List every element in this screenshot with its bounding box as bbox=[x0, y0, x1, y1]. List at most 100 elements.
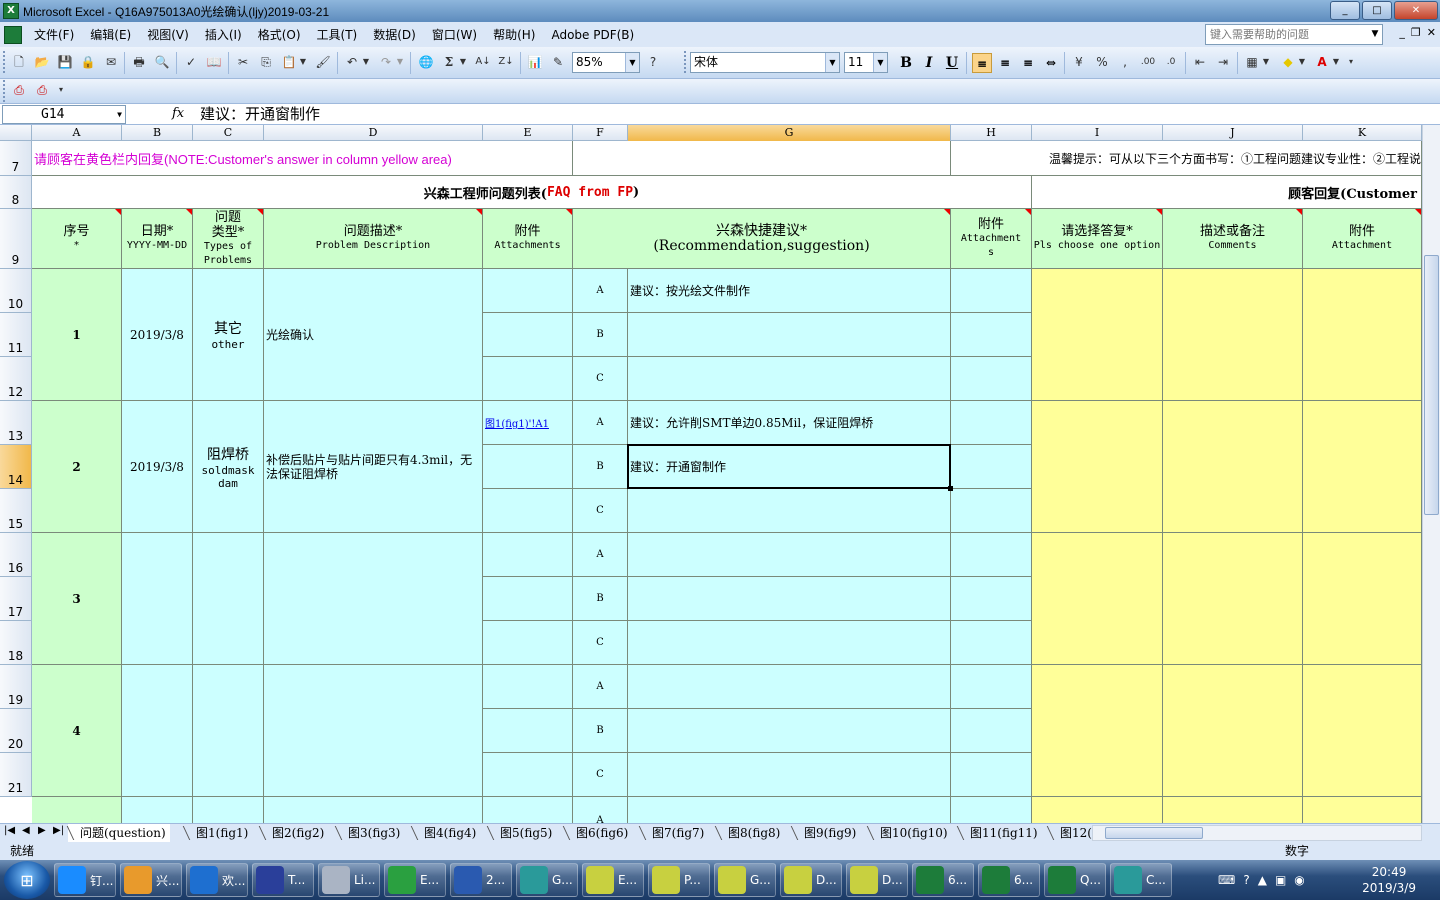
workbook-icon[interactable] bbox=[4, 25, 22, 44]
comments-cell[interactable] bbox=[1163, 533, 1303, 665]
align-right-icon[interactable]: ≡ bbox=[1018, 53, 1038, 73]
attachment-2-cell[interactable] bbox=[951, 489, 1032, 533]
question-type[interactable] bbox=[193, 665, 264, 797]
question-description[interactable]: 光绘确认 bbox=[264, 269, 483, 401]
paste-dropdown-icon[interactable]: ▼ bbox=[298, 53, 308, 71]
menu-format[interactable]: 格式(O) bbox=[250, 24, 309, 46]
taskbar-button[interactable]: Q... bbox=[1044, 863, 1106, 897]
merge-center-icon[interactable]: ⇔ bbox=[1041, 53, 1061, 73]
attachment-cell[interactable]: 图1(fig1)'!A1 bbox=[483, 401, 573, 445]
taskbar-button[interactable]: 6... bbox=[978, 863, 1040, 897]
attachment-cell[interactable] bbox=[483, 753, 573, 797]
row-header-12[interactable]: 12 bbox=[0, 357, 32, 401]
attachment-2-cell-partial[interactable] bbox=[951, 797, 1032, 823]
taskbar-button[interactable]: 欢... bbox=[186, 863, 248, 897]
percent-icon[interactable]: % bbox=[1093, 53, 1111, 71]
header-recommendation[interactable]: 兴森快捷建议* (Recommendation,suggestion) bbox=[573, 209, 951, 269]
help-icon[interactable]: ? bbox=[644, 53, 662, 71]
attachment-2-cell[interactable] bbox=[951, 313, 1032, 357]
column-header-i[interactable]: I bbox=[1032, 125, 1163, 141]
underline-button[interactable]: U bbox=[942, 53, 962, 73]
answer-choice-cell[interactable] bbox=[1032, 401, 1163, 533]
toolbar-grip[interactable] bbox=[3, 51, 7, 73]
column-header-h[interactable]: H bbox=[951, 125, 1032, 141]
excel-app-icon[interactable]: X bbox=[3, 3, 19, 19]
question-date[interactable] bbox=[122, 665, 193, 797]
borders-icon[interactable]: ▦ bbox=[1243, 53, 1261, 71]
clock[interactable]: 20:49 2019/3/9 bbox=[1362, 864, 1416, 896]
fill-color-icon[interactable]: ◆ bbox=[1279, 53, 1297, 71]
attachment-cell[interactable] bbox=[483, 445, 573, 489]
taskbar-button[interactable]: G... bbox=[516, 863, 578, 897]
font-name-select[interactable]: 宋体 ▼ bbox=[690, 52, 840, 73]
chart-wizard-icon[interactable]: 📊 bbox=[526, 53, 544, 71]
print-icon[interactable]: 🖶 bbox=[130, 53, 148, 71]
header-choose-option[interactable]: 请选择答复* Pls choose one option bbox=[1032, 209, 1163, 269]
network-icon[interactable]: ▣ bbox=[1275, 873, 1286, 887]
currency-icon[interactable]: ¥ bbox=[1070, 53, 1088, 71]
fill-handle[interactable] bbox=[948, 486, 953, 491]
font-size-dropdown-icon[interactable]: ▼ bbox=[873, 53, 887, 72]
column-header-f[interactable]: F bbox=[573, 125, 628, 141]
open-icon[interactable]: 📂 bbox=[33, 53, 51, 71]
row-header-7[interactable]: 7 bbox=[0, 141, 32, 176]
column-header-b[interactable]: B bbox=[122, 125, 193, 141]
question-date[interactable] bbox=[122, 533, 193, 665]
row-header-16[interactable]: 16 bbox=[0, 533, 32, 577]
question-seq-partial[interactable] bbox=[32, 797, 122, 823]
font-size-select[interactable]: 11 ▼ bbox=[844, 52, 888, 73]
header-comments[interactable]: 描述或备注 Comments bbox=[1163, 209, 1303, 269]
question-date-partial[interactable] bbox=[122, 797, 193, 823]
recommendation-cell[interactable] bbox=[628, 621, 951, 665]
option-label-partial[interactable]: A bbox=[573, 797, 628, 823]
recommendation-cell-partial[interactable] bbox=[628, 797, 951, 823]
header-attachment-3[interactable]: 附件 Attachment bbox=[1303, 209, 1422, 269]
answer-choice-cell[interactable] bbox=[1032, 665, 1163, 797]
zoom-select[interactable]: 85% ▼ bbox=[572, 52, 640, 73]
comments-cell[interactable] bbox=[1163, 401, 1303, 533]
taskbar-button[interactable]: E... bbox=[384, 863, 446, 897]
horizontal-scrollbar[interactable] bbox=[1092, 825, 1422, 841]
autosum-dropdown-icon[interactable]: ▼ bbox=[458, 53, 468, 71]
permission-icon[interactable]: 🔒 bbox=[79, 53, 97, 71]
fill-color-dropdown-icon[interactable]: ▼ bbox=[1297, 53, 1307, 71]
header-choose-option-comment-marker[interactable] bbox=[1156, 209, 1162, 215]
sort-ascending-icon[interactable]: A↓ bbox=[474, 53, 492, 71]
note-blank-cell[interactable] bbox=[573, 141, 951, 176]
align-center-icon[interactable]: ≡ bbox=[995, 53, 1015, 73]
question-date[interactable]: 2019/3/8 bbox=[122, 269, 193, 401]
customer-attachment-cell[interactable] bbox=[1303, 665, 1422, 797]
new-icon[interactable]: 🗋 bbox=[10, 53, 28, 71]
menu-adobe-pdf[interactable]: Adobe PDF(B) bbox=[543, 24, 642, 46]
zoom-dropdown-icon[interactable]: ▼ bbox=[625, 53, 639, 72]
row-header-17[interactable]: 17 bbox=[0, 577, 32, 621]
customer-attachment-cell[interactable] bbox=[1303, 269, 1422, 401]
name-box[interactable]: G14 ▼ bbox=[2, 105, 126, 124]
decrease-decimal-icon[interactable]: .0 bbox=[1162, 53, 1180, 71]
attachment-cell[interactable] bbox=[483, 621, 573, 665]
font-color-dropdown-icon[interactable]: ▼ bbox=[1331, 53, 1341, 71]
email-icon[interactable]: ✉ bbox=[102, 53, 120, 71]
menu-edit[interactable]: 编辑(E) bbox=[82, 24, 139, 46]
customer-attachment-partial[interactable] bbox=[1303, 797, 1422, 823]
maximize-button[interactable]: □ bbox=[1362, 1, 1392, 20]
print-preview-icon[interactable]: 🔍 bbox=[153, 53, 171, 71]
header-attachment-3-comment-marker[interactable] bbox=[1415, 209, 1421, 215]
start-button[interactable]: ⊞ bbox=[4, 861, 50, 899]
question-seq[interactable]: 2 bbox=[32, 401, 122, 533]
undo-icon[interactable]: ↶ bbox=[343, 53, 361, 71]
menu-help[interactable]: 帮助(H) bbox=[485, 24, 543, 46]
taskbar-button[interactable]: T... bbox=[252, 863, 314, 897]
column-header-d[interactable]: D bbox=[264, 125, 483, 141]
recommendation-cell[interactable]: 建议：允许削SMT单边0.85Mil，保证阻焊桥 bbox=[628, 401, 951, 445]
insert-function-icon[interactable]: fx bbox=[172, 106, 184, 121]
formula-input[interactable]: 建议：开通窗制作 bbox=[200, 105, 320, 124]
question-seq[interactable]: 3 bbox=[32, 533, 122, 665]
row-header-20[interactable]: 20 bbox=[0, 709, 32, 753]
header-date[interactable]: 日期* YYYY-MM-DD bbox=[122, 209, 193, 269]
column-header-e[interactable]: E bbox=[483, 125, 573, 141]
question-type[interactable]: 阻焊桥 soldmask dam bbox=[193, 401, 264, 533]
cut-icon[interactable]: ✂ bbox=[234, 53, 252, 71]
header-description-comment-marker[interactable] bbox=[476, 209, 482, 215]
attachment-2-cell[interactable] bbox=[951, 357, 1032, 401]
